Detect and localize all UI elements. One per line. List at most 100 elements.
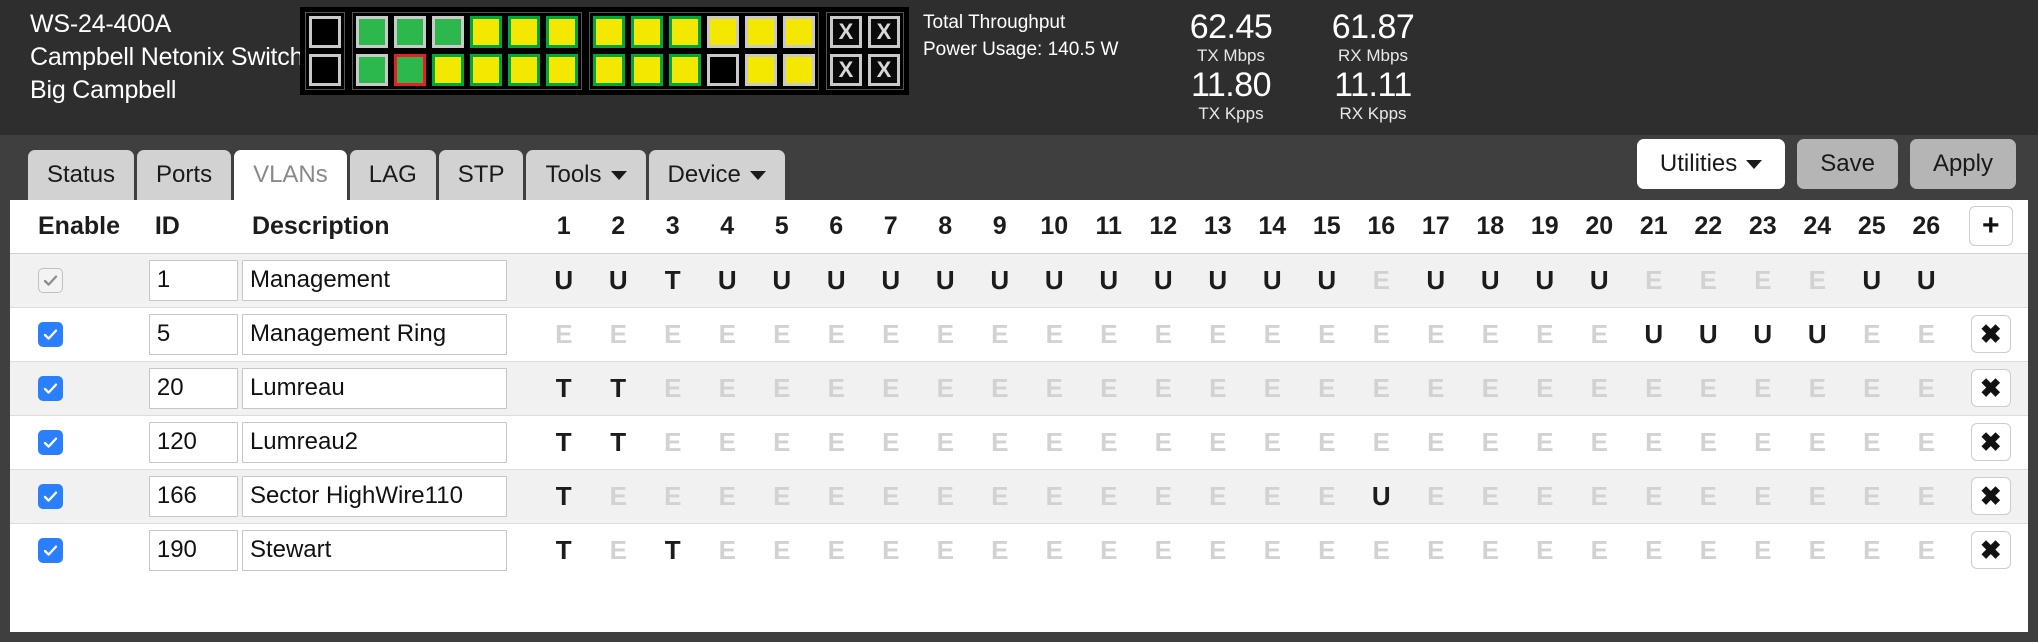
vlan-port-state-10[interactable]: E <box>1027 414 1082 469</box>
vlan-port-state-18[interactable]: E <box>1463 468 1518 523</box>
vlan-port-state-4[interactable]: E <box>700 306 755 361</box>
tab-device[interactable]: Device <box>648 150 785 200</box>
rj45-port-jack[interactable] <box>780 13 818 51</box>
vlan-port-state-26[interactable]: E <box>1899 522 1954 577</box>
vlan-port-state-1[interactable]: T <box>536 522 591 577</box>
vlan-port-state-25[interactable]: E <box>1844 360 1899 415</box>
vlan-port-state-14[interactable]: E <box>1245 414 1300 469</box>
vlan-description-input[interactable] <box>241 367 507 409</box>
vlan-port-state-19[interactable]: E <box>1517 306 1572 361</box>
vlan-port-state-13[interactable]: E <box>1190 522 1245 577</box>
vlan-port-state-13[interactable]: E <box>1190 306 1245 361</box>
vlan-port-state-3[interactable]: E <box>645 468 700 523</box>
vlan-port-state-25[interactable]: E <box>1844 306 1899 361</box>
vlan-port-state-11[interactable]: E <box>1081 522 1136 577</box>
vlan-port-state-20[interactable]: E <box>1572 522 1627 577</box>
vlan-port-state-17[interactable]: E <box>1408 414 1463 469</box>
vlan-port-state-8[interactable]: U <box>918 252 973 307</box>
vlan-port-state-19[interactable]: E <box>1517 360 1572 415</box>
vlan-port-state-1[interactable]: T <box>536 360 591 415</box>
vlan-port-state-16[interactable]: E <box>1354 306 1409 361</box>
vlan-port-state-3[interactable]: E <box>645 414 700 469</box>
ports-13-20[interactable] <box>589 12 819 90</box>
vlan-port-state-12[interactable]: E <box>1136 414 1191 469</box>
rj45-port-jack[interactable] <box>429 51 467 89</box>
vlan-port-state-25[interactable]: E <box>1844 414 1899 469</box>
vlan-port-state-24[interactable]: E <box>1790 414 1845 469</box>
vlan-description-input[interactable] <box>241 529 507 571</box>
vlan-port-state-19[interactable]: E <box>1517 522 1572 577</box>
vlan-port-state-22[interactable]: E <box>1681 522 1736 577</box>
vlan-port-state-17[interactable]: E <box>1408 360 1463 415</box>
tab-vlans[interactable]: VLANs <box>234 150 347 200</box>
save-button[interactable]: Save <box>1797 139 1898 189</box>
rj45-port-jack[interactable] <box>666 51 704 89</box>
delete-vlan-button[interactable]: ✖ <box>1970 477 2011 515</box>
uplink-group[interactable] <box>305 12 345 90</box>
vlan-port-state-7[interactable]: E <box>863 468 918 523</box>
vlan-port-state-5[interactable]: E <box>754 522 809 577</box>
vlan-port-state-21[interactable]: E <box>1626 522 1681 577</box>
vlan-port-state-2[interactable]: U <box>591 252 646 307</box>
vlan-port-state-18[interactable]: E <box>1463 306 1518 361</box>
vlan-port-state-7[interactable]: E <box>863 522 918 577</box>
vlan-port-state-8[interactable]: E <box>918 522 973 577</box>
vlan-port-state-11[interactable]: E <box>1081 414 1136 469</box>
vlan-enable-checkbox[interactable] <box>38 321 63 347</box>
vlan-port-state-26[interactable]: E <box>1899 468 1954 523</box>
rj45-port-jack[interactable] <box>505 51 543 89</box>
rj45-port-jack[interactable] <box>742 51 780 89</box>
vlan-port-state-1[interactable]: E <box>536 306 591 361</box>
rj45-port-jack[interactable] <box>353 13 391 51</box>
vlan-port-state-11[interactable]: E <box>1081 306 1136 361</box>
rj45-port-jack[interactable] <box>780 51 818 89</box>
vlan-port-state-26[interactable]: U <box>1899 252 1954 307</box>
vlan-port-state-12[interactable]: E <box>1136 360 1191 415</box>
vlan-port-state-15[interactable]: E <box>1299 522 1354 577</box>
vlan-port-state-14[interactable]: E <box>1245 468 1300 523</box>
vlan-enable-checkbox[interactable] <box>38 429 63 455</box>
vlan-port-state-8[interactable]: E <box>918 468 973 523</box>
vlan-port-state-9[interactable]: E <box>972 414 1027 469</box>
vlan-port-state-19[interactable]: E <box>1517 414 1572 469</box>
vlan-port-state-13[interactable]: E <box>1190 414 1245 469</box>
vlan-port-state-1[interactable]: U <box>536 252 591 307</box>
vlan-port-state-15[interactable]: E <box>1299 468 1354 523</box>
vlan-port-state-6[interactable]: E <box>809 306 864 361</box>
vlan-port-state-9[interactable]: E <box>972 360 1027 415</box>
vlan-port-state-20[interactable]: U <box>1572 252 1627 307</box>
rj45-port-jack[interactable] <box>306 51 344 89</box>
vlan-port-state-20[interactable]: E <box>1572 468 1627 523</box>
vlan-port-state-25[interactable]: U <box>1844 252 1899 307</box>
vlan-port-state-11[interactable]: U <box>1081 252 1136 307</box>
vlan-port-state-17[interactable]: E <box>1408 522 1463 577</box>
delete-vlan-button[interactable]: ✖ <box>1970 369 2011 407</box>
vlan-port-state-15[interactable]: E <box>1299 306 1354 361</box>
vlan-port-state-4[interactable]: E <box>700 414 755 469</box>
vlan-port-state-18[interactable]: E <box>1463 414 1518 469</box>
utilities-button[interactable]: Utilities <box>1636 139 1786 189</box>
vlan-port-state-26[interactable]: E <box>1899 360 1954 415</box>
vlan-port-state-9[interactable]: U <box>972 252 1027 307</box>
vlan-port-state-10[interactable]: E <box>1027 306 1082 361</box>
vlan-id-input[interactable] <box>148 475 238 517</box>
vlan-port-state-14[interactable]: E <box>1245 360 1300 415</box>
vlan-description-input[interactable] <box>241 421 507 463</box>
vlan-port-state-21[interactable]: E <box>1626 360 1681 415</box>
vlan-port-state-16[interactable]: E <box>1354 414 1409 469</box>
vlan-port-state-4[interactable]: E <box>700 468 755 523</box>
vlan-port-state-23[interactable]: E <box>1735 522 1790 577</box>
vlan-id-input[interactable] <box>148 529 238 571</box>
rj45-port-jack[interactable] <box>467 13 505 51</box>
vlan-port-state-14[interactable]: E <box>1245 522 1300 577</box>
vlan-port-state-14[interactable]: U <box>1245 252 1300 307</box>
delete-vlan-button[interactable]: ✖ <box>1970 423 2011 461</box>
vlan-port-state-24[interactable]: E <box>1790 252 1845 307</box>
vlan-port-state-2[interactable]: E <box>591 522 646 577</box>
vlan-port-state-3[interactable]: T <box>645 252 700 307</box>
vlan-port-state-4[interactable]: U <box>700 252 755 307</box>
sfp-ports[interactable]: XXXX <box>826 12 904 90</box>
rj45-port-jack[interactable] <box>704 13 742 51</box>
vlan-port-state-2[interactable]: T <box>591 414 646 469</box>
vlan-port-state-6[interactable]: E <box>809 522 864 577</box>
